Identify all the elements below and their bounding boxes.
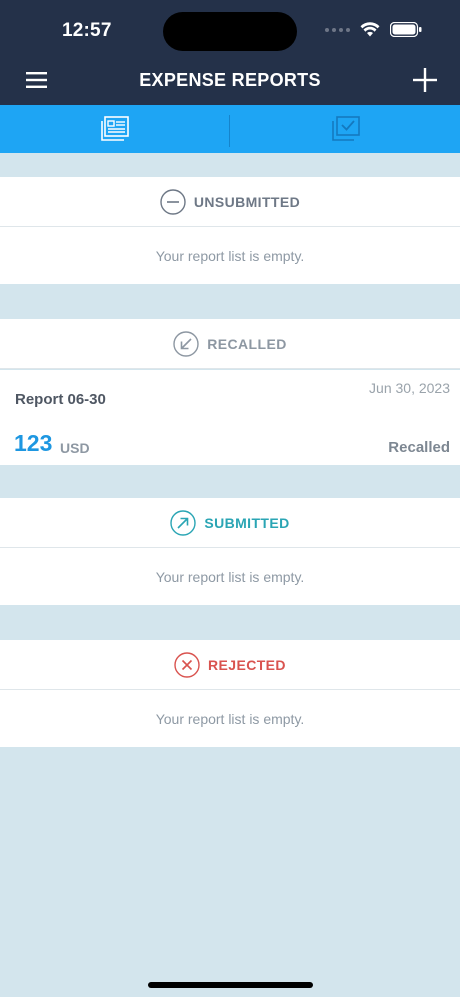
tab-bar xyxy=(0,105,460,153)
tab-divider xyxy=(229,115,230,147)
tab-approvals[interactable] xyxy=(231,105,460,153)
reports-list-icon xyxy=(100,116,129,141)
empty-message-unsubmitted: Your report list is empty. xyxy=(0,227,460,284)
report-list-item[interactable]: Report 06-30 Jun 30, 2023 123 USD Recall… xyxy=(0,370,460,465)
x-circle-icon xyxy=(174,651,200,678)
cellular-signal-icon xyxy=(325,27,350,32)
report-date: Jun 30, 2023 xyxy=(369,380,450,396)
approvals-icon xyxy=(331,116,360,141)
section-label-recalled: RECALLED xyxy=(207,335,287,352)
report-amount: 123 xyxy=(14,430,53,456)
section-header-recalled[interactable]: RECALLED xyxy=(0,319,460,369)
status-time: 12:57 xyxy=(62,20,112,41)
section-label-submitted: SUBMITTED xyxy=(204,514,290,531)
add-report-button[interactable] xyxy=(412,67,438,93)
section-header-rejected[interactable]: REJECTED xyxy=(0,640,460,690)
dynamic-island xyxy=(163,12,297,51)
page-title: EXPENSE REPORTS xyxy=(139,70,321,90)
section-header-unsubmitted[interactable]: UNSUBMITTED xyxy=(0,177,460,227)
battery-icon xyxy=(390,22,422,37)
empty-message-submitted: Your report list is empty. xyxy=(0,548,460,605)
wifi-icon xyxy=(360,22,380,37)
home-indicator[interactable] xyxy=(148,982,313,988)
section-header-submitted[interactable]: SUBMITTED xyxy=(0,498,460,548)
report-currency: USD xyxy=(60,440,90,456)
status-icons xyxy=(325,22,422,37)
report-name: Report 06-30 xyxy=(15,391,106,408)
arrow-up-right-circle-icon xyxy=(170,509,197,536)
section-label-rejected: REJECTED xyxy=(208,656,286,673)
report-status: Recalled xyxy=(388,439,450,456)
empty-message-rejected: Your report list is empty. xyxy=(0,690,460,747)
minus-circle-icon xyxy=(160,188,186,215)
navigation-bar: 12:57 EXPENSE REPORTS xyxy=(0,0,460,105)
tab-reports[interactable] xyxy=(0,105,229,153)
section-label-unsubmitted: UNSUBMITTED xyxy=(193,193,301,210)
plus-icon xyxy=(413,68,437,92)
arrow-down-left-circle-icon xyxy=(173,330,199,357)
